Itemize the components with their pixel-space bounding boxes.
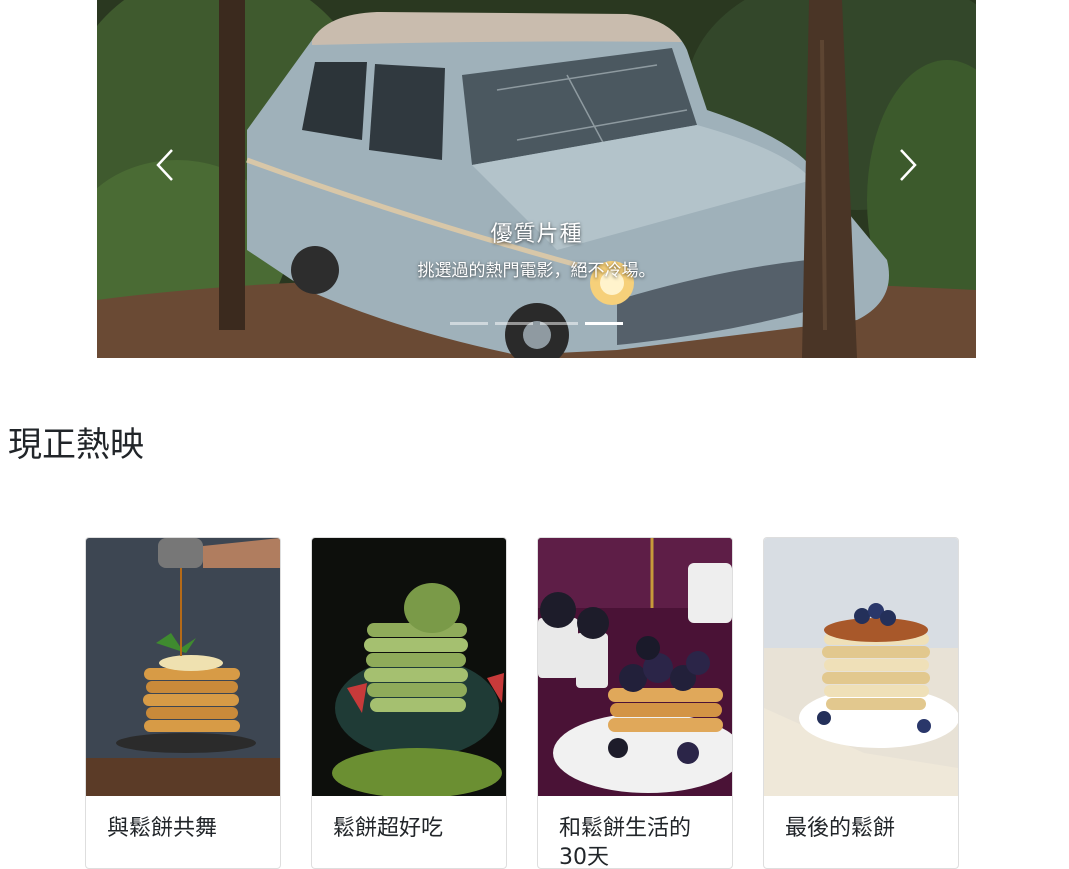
carousel-prev-button[interactable]	[145, 145, 185, 185]
carousel-slide-image	[97, 0, 976, 358]
card-title: 與鬆餅共舞	[107, 816, 218, 841]
carousel-indicator-3[interactable]	[540, 322, 578, 325]
card-title: 和鬆餅生活的30天	[559, 816, 692, 869]
carousel-indicators	[97, 322, 976, 325]
movie-card[interactable]: 與鬆餅共舞	[85, 537, 281, 869]
movie-card[interactable]: 和鬆餅生活的30天	[537, 537, 733, 869]
card-image	[312, 538, 506, 796]
card-image	[764, 538, 958, 796]
card-title: 最後的鬆餅	[785, 816, 896, 841]
card-image	[538, 538, 732, 796]
chevron-right-icon	[900, 149, 917, 181]
card-title: 鬆餅超好吃	[333, 816, 444, 841]
card-image	[86, 538, 280, 796]
section-title: 現正熱映	[8, 425, 144, 465]
carousel-indicator-1[interactable]	[450, 322, 488, 325]
movie-card[interactable]: 鬆餅超好吃	[311, 537, 507, 869]
hero-carousel: 優質片種 挑選過的熱門電影，絕不冷場。	[97, 0, 976, 358]
carousel-caption-text: 挑選過的熱門電影，絕不冷場。	[417, 261, 656, 281]
chevron-left-icon	[156, 149, 173, 181]
carousel-caption: 優質片種 挑選過的熱門電影，絕不冷場。	[97, 216, 976, 281]
movie-card[interactable]: 最後的鬆餅	[763, 537, 959, 869]
carousel-next-button[interactable]	[888, 145, 928, 185]
carousel-indicator-2[interactable]	[495, 322, 533, 325]
carousel-indicator-4[interactable]	[585, 322, 623, 325]
carousel-caption-title: 優質片種	[490, 222, 583, 247]
